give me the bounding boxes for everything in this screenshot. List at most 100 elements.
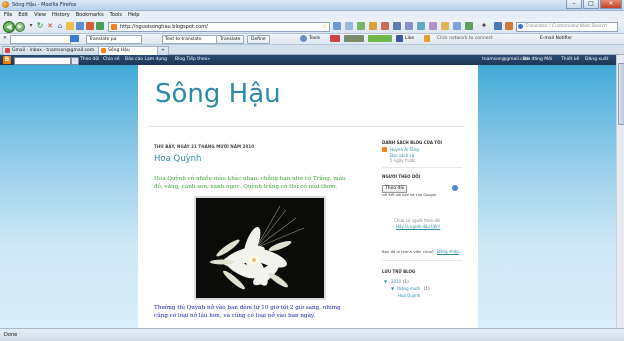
minimize-button[interactable]: – <box>566 0 582 9</box>
network-icon[interactable] <box>424 35 430 42</box>
no-followers-text: Chưa có người theo dõi <box>394 218 441 223</box>
email-notifier[interactable]: E-mail Notifier <box>540 35 572 42</box>
toolbar-icon-l[interactable] <box>465 22 473 30</box>
blogger-small-icon <box>382 147 387 152</box>
archive-month-count: (1) <box>424 286 430 291</box>
nav-design-link[interactable]: Thiết kế <box>561 57 579 62</box>
toolbar-icon-g[interactable] <box>405 22 413 30</box>
forward-button[interactable]: ▶ <box>15 22 25 32</box>
menu-file[interactable]: File <box>4 12 12 18</box>
menu-help[interactable]: Help <box>128 12 139 18</box>
menu-bookmarks[interactable]: Bookmarks <box>76 12 104 18</box>
define-button[interactable]: Define <box>247 35 270 44</box>
archive-post-link[interactable]: Hoa Quỳnh <box>398 293 420 298</box>
expand-arrow-icon[interactable]: ▼ <box>384 279 387 284</box>
follow-subtext: với Kết nối bạn bè của Google <box>382 193 437 197</box>
blog-title[interactable]: Sông Hậu <box>155 79 281 109</box>
search-box[interactable]: Translator / Customized Web Search <box>516 22 618 32</box>
stop-icon[interactable]: ✕ <box>46 22 54 30</box>
reload-icon[interactable]: ↻ <box>36 22 44 30</box>
followers-title: NGƯỜI THEO DÕI <box>382 174 421 179</box>
new-tab-button[interactable]: + <box>157 46 169 55</box>
nav-new-post-link[interactable]: Bài đăng Mới <box>523 57 552 62</box>
tab-gmail[interactable]: Gmail - Inbox - tnamson@gmail.com ✕ <box>2 46 105 55</box>
toolbar-icon-i[interactable] <box>429 22 437 30</box>
toolbar-icon-e[interactable] <box>381 22 389 30</box>
menu-history[interactable]: History <box>52 12 70 18</box>
blogger-logo-icon[interactable]: B <box>3 56 11 64</box>
browser-window: Sông Hậu - Mozilla Firefox – □ ✕ File Ed… <box>0 0 624 341</box>
toolbar-icon-m[interactable] <box>494 22 502 30</box>
star-icon[interactable]: ☆ <box>322 23 327 30</box>
addon-icon-2[interactable] <box>96 22 104 30</box>
flower-photo[interactable] <box>194 196 326 300</box>
nav-follow-link[interactable]: Theo dõi <box>80 57 99 62</box>
first-follower-link[interactable]: Hãy là người đầu tiên! <box>396 224 440 229</box>
menu-view[interactable]: View <box>34 12 46 18</box>
search-placeholder: Translator / Customized Web Search <box>525 24 607 29</box>
addon-icon[interactable] <box>86 22 94 30</box>
home-icon[interactable]: ⌂ <box>56 22 64 30</box>
address-bar[interactable]: http://nguoisonghau.blogspot.com/ ☆ <box>108 22 330 32</box>
bird-icon[interactable]: ✦ <box>480 22 488 30</box>
gmail-icon <box>5 48 10 53</box>
toolbar-icon-d[interactable] <box>369 22 377 30</box>
blog-search-button[interactable] <box>71 57 79 65</box>
translate-select[interactable]: Translate pa <box>86 35 142 44</box>
nav-next-blog-link[interactable]: Blog Tiếp theo» <box>175 57 210 62</box>
toolbar-icon-a[interactable] <box>333 22 341 30</box>
close-button[interactable]: ✕ <box>600 0 622 9</box>
toolbar-icon-j[interactable] <box>441 22 449 30</box>
blog-list-name[interactable]: Huynh Ái Tông <box>390 147 419 152</box>
post-date: THỨ BẢY, NGÀY 21 THÁNG MƯỜI NĂM 2010 <box>154 144 255 149</box>
blog-search-input[interactable] <box>14 57 71 65</box>
toolbar-search-input[interactable] <box>10 35 71 44</box>
bookmark-icon[interactable] <box>66 22 74 30</box>
toolbar-close-icon[interactable]: ✕ <box>3 35 7 42</box>
tools-menu[interactable]: Tools <box>309 35 320 42</box>
search-engine-icon <box>518 24 523 29</box>
nav-share-link[interactable]: Chia sẻ <box>103 57 120 62</box>
addon-toolbar: ✕ Translate pa Text to translate Transla… <box>0 34 624 45</box>
status-bar: Done <box>0 328 624 341</box>
menu-edit[interactable]: Edit <box>18 12 28 18</box>
blogger-navbar: B Theo dõi Chia sẻ Báo cáo Lạm dụng Blog… <box>0 55 624 65</box>
connect-text[interactable]: Click network to connect <box>437 35 493 42</box>
flower-image <box>196 198 324 298</box>
translate-button[interactable]: Translate <box>216 35 245 44</box>
toolbar-icon-gray[interactable] <box>344 35 364 42</box>
nav-signout-link[interactable]: Đăng xuất <box>585 57 608 62</box>
toolbar-search-icon[interactable] <box>70 35 79 42</box>
archive-title: LƯU TRỮ BLOG <box>382 269 416 274</box>
window-title: Sông Hậu - Mozilla Firefox <box>12 2 77 8</box>
toolbar-icon-c[interactable] <box>357 22 365 30</box>
like-button[interactable]: Like <box>405 35 414 42</box>
title-bar: Sông Hậu - Mozilla Firefox – □ ✕ <box>0 0 624 11</box>
feed-icon[interactable] <box>76 22 84 30</box>
tab-song-hau[interactable]: Sông Hậu ✕ <box>98 46 165 55</box>
dropdown-icon[interactable]: ▾ <box>27 22 35 30</box>
post-title[interactable]: Hoa Quỳnh <box>154 154 201 164</box>
address-url: http://nguoisonghau.blogspot.com/ <box>120 24 208 30</box>
toolbar-icon-f[interactable] <box>393 22 401 30</box>
vertical-scrollbar[interactable] <box>616 55 624 328</box>
scrollbar-thumb[interactable] <box>618 63 624 125</box>
toolbar-icon-green[interactable] <box>368 35 392 42</box>
toolbar-icon-red[interactable] <box>330 35 340 42</box>
menu-tools[interactable]: Tools <box>110 12 122 18</box>
expand-arrow-icon[interactable]: ▼ <box>391 286 394 291</box>
back-button[interactable]: ◀ <box>3 21 15 33</box>
facebook-icon[interactable] <box>396 35 403 42</box>
toolbar-icon-n[interactable] <box>505 22 513 30</box>
toolbar-icon-h[interactable] <box>417 22 425 30</box>
toolbar-icon-k[interactable] <box>453 22 461 30</box>
archive-month[interactable]: tháng mười <box>397 286 420 291</box>
translate-text-input[interactable]: Text to translate <box>162 35 218 44</box>
maximize-button[interactable]: □ <box>583 0 599 9</box>
archive-year[interactable]: 2010 <box>391 279 401 284</box>
follow-button[interactable]: Theo dõi <box>382 185 408 193</box>
signin-link[interactable]: Đăng nhập <box>437 249 459 254</box>
toolbar-icon-b[interactable] <box>345 22 353 30</box>
follow-button-label: Theo dõi <box>385 186 405 191</box>
nav-report-link[interactable]: Báo cáo Lạm dụng <box>125 57 167 62</box>
